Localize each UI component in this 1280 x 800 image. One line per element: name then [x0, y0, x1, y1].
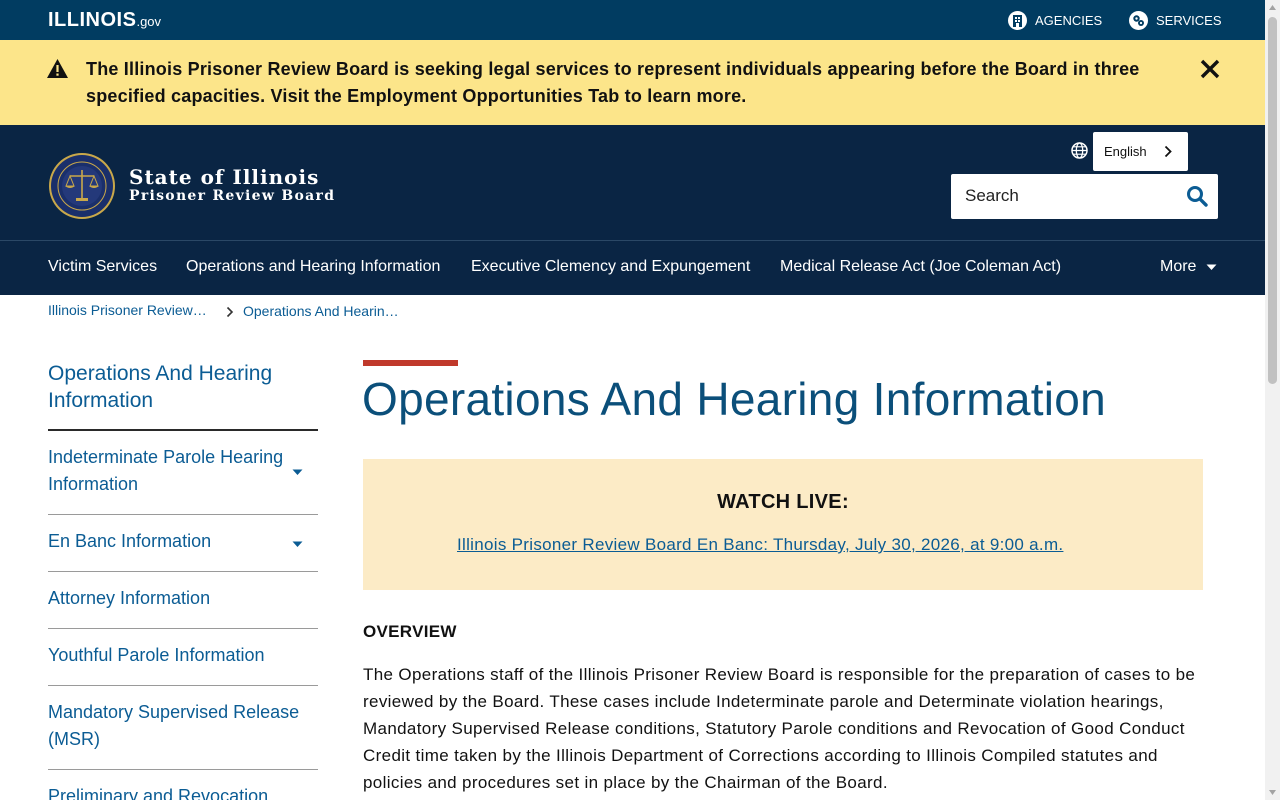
- sidebar-item-label: Indeterminate Parole Hearing Information: [48, 447, 284, 494]
- page-title: Operations And Hearing Information: [362, 373, 1107, 425]
- watch-live-link[interactable]: Illinois Prisoner Review Board En Banc: …: [457, 535, 1063, 555]
- sidebar-item-label: Preliminary and Revocation: [48, 786, 269, 800]
- sidebar-divider: [48, 685, 318, 686]
- breadcrumb-home[interactable]: Illinois Prisoner Review…: [48, 302, 207, 318]
- language-label: English: [1104, 144, 1147, 159]
- breadcrumb-current[interactable]: Operations And Hearin…: [243, 303, 399, 319]
- sidebar-item-youthful-parole[interactable]: Youthful Parole Information: [48, 642, 318, 669]
- sidebar-item-label: Mandatory Supervised Release (MSR): [48, 702, 300, 749]
- brand-subtitle: Prisoner Review Board: [129, 188, 336, 204]
- chevron-down-icon[interactable]: [292, 469, 303, 476]
- sidebar-divider: [48, 769, 318, 770]
- logo-main-text: ILLINOIS: [48, 9, 137, 31]
- building-icon: [1008, 11, 1027, 30]
- nav-more-label: More: [1160, 258, 1197, 275]
- watch-live-heading: WATCH LIVE:: [717, 491, 849, 513]
- sidebar-item-attorney[interactable]: Attorney Information: [48, 585, 318, 612]
- services-link[interactable]: SERVICES: [1129, 11, 1222, 30]
- sidebar-item-msr[interactable]: Mandatory Supervised Release (MSR): [48, 699, 318, 753]
- sidebar-item-label: En Banc Information: [48, 531, 212, 551]
- logo-suffix-text: .gov: [136, 14, 162, 29]
- sidebar-divider: [48, 571, 318, 572]
- language-selector[interactable]: English: [1093, 132, 1188, 171]
- scroll-up-arrow-icon[interactable]: [1268, 3, 1277, 13]
- chevron-right-icon: [1164, 145, 1172, 158]
- nav-item-operations-hearing[interactable]: Operations and Hearing Information: [186, 258, 440, 276]
- sidebar-divider: [48, 514, 318, 515]
- sidebar-item-preliminary-revocation[interactable]: Preliminary and Revocation: [48, 783, 318, 800]
- search-icon[interactable]: [1186, 185, 1208, 207]
- nav-item-victim-services[interactable]: Victim Services: [48, 258, 157, 276]
- scroll-down-arrow-icon[interactable]: [1268, 787, 1277, 797]
- sidebar-item-label: Youthful Parole Information: [48, 645, 265, 665]
- sidebar-title[interactable]: Operations And Hearing Information: [48, 360, 318, 414]
- overview-paragraph: The Operations staff of the Illinois Pri…: [363, 665, 1196, 792]
- search-input[interactable]: [951, 174, 1171, 217]
- close-icon[interactable]: [1199, 58, 1221, 80]
- overview-heading: OVERVIEW: [363, 622, 457, 641]
- title-accent-bar: [363, 360, 458, 366]
- watch-live-callout: [363, 459, 1203, 590]
- sidebar-item-indeterminate-parole[interactable]: Indeterminate Parole Hearing Information: [48, 444, 318, 498]
- sidebar-divider: [48, 429, 318, 431]
- sidebar-item-en-banc[interactable]: En Banc Information: [48, 528, 318, 555]
- breadcrumb-chevron-icon: [226, 306, 234, 318]
- sidebar-item-label: Attorney Information: [48, 588, 211, 608]
- prisoner-review-board-seal-logo[interactable]: [48, 152, 116, 220]
- agencies-label: AGENCIES: [1035, 13, 1103, 28]
- nav-item-medical-release[interactable]: Medical Release Act (Joe Coleman Act): [780, 258, 1061, 276]
- agencies-link[interactable]: AGENCIES: [1008, 11, 1102, 30]
- warning-icon: [47, 59, 68, 78]
- search-box: [951, 174, 1218, 219]
- services-label: SERVICES: [1156, 13, 1222, 28]
- brand-title: State of Illinois: [129, 165, 320, 189]
- nav-item-executive-clemency[interactable]: Executive Clemency and Expungement: [471, 258, 750, 276]
- scrollbar-thumb[interactable]: [1268, 17, 1277, 384]
- alert-message: The Illinois Prisoner Review Board is se…: [86, 59, 1140, 106]
- chevron-down-icon[interactable]: [292, 541, 303, 548]
- illinois-gov-logo[interactable]: ILLINOIS.gov: [48, 9, 161, 32]
- nav-more-button[interactable]: More: [1160, 258, 1217, 276]
- gears-icon: [1129, 11, 1148, 30]
- globe-icon: [1071, 142, 1088, 159]
- sidebar-divider: [48, 628, 318, 629]
- chevron-down-icon: [1206, 264, 1217, 270]
